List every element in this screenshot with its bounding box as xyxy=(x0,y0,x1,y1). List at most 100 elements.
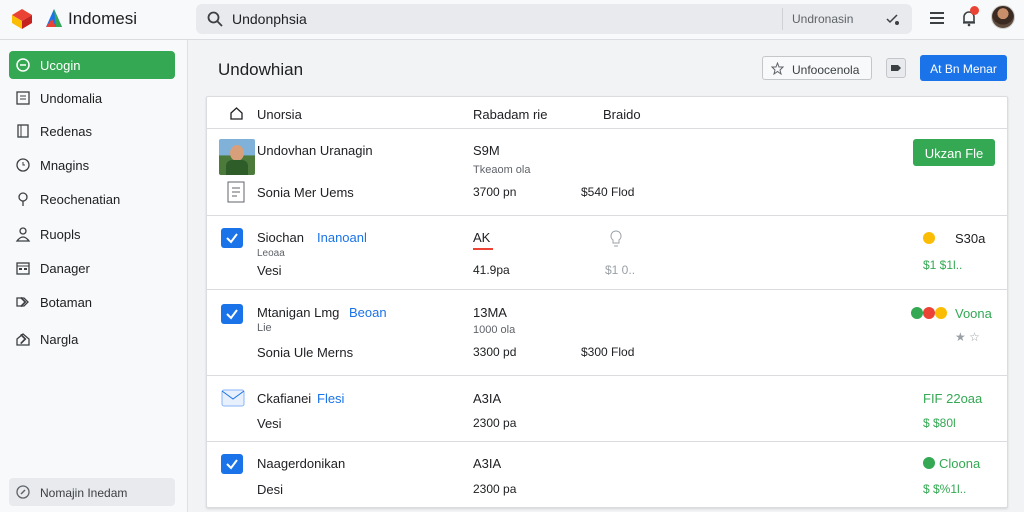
sidebar-footer-button[interactable]: Nomajin Inedam xyxy=(9,478,175,506)
circle-check-icon xyxy=(16,58,30,72)
row-status-sub: $ $%1l.. xyxy=(923,482,967,496)
sidebar-item-label: Nargla xyxy=(40,332,79,347)
row-title: Mtanigan Lmg xyxy=(257,305,340,320)
search-scope[interactable]: Undronasin xyxy=(792,12,853,26)
search-icon xyxy=(207,11,223,27)
sidebar-item-undomalia[interactable]: Undomalia xyxy=(9,84,175,112)
sidebar-item-label: Redenas xyxy=(40,124,93,139)
favorite-button[interactable]: Unfoocenola xyxy=(762,56,872,80)
row-status: FIF 22oaa xyxy=(923,391,983,406)
table-row[interactable]: Undovhan Uranagin Sonia Mer Uems S9M Tke… xyxy=(207,129,1007,216)
row-amount: A3IA xyxy=(473,391,502,406)
row-amount-note: 1000 ola xyxy=(473,324,516,336)
person-icon xyxy=(15,227,31,242)
sidebar-item-redenas[interactable]: Redenas xyxy=(9,117,175,145)
star-icon xyxy=(771,62,784,75)
home-icon xyxy=(230,107,243,120)
row-checkbox[interactable] xyxy=(221,454,243,474)
row-amount-note: Tkeaom ola xyxy=(473,164,531,176)
search-bar[interactable]: Undonphsia Undronasin xyxy=(196,4,912,34)
row-status-sub: $1 $1l.. xyxy=(923,258,963,272)
menu-icon[interactable] xyxy=(928,9,946,27)
sidebar-item-reochenatian[interactable]: Reochenatian xyxy=(9,185,175,213)
error-status-icon xyxy=(923,307,935,319)
upload-file-button[interactable]: Ukzan Fle xyxy=(913,139,995,166)
row-status-sub: ★ ☆ xyxy=(955,330,980,344)
check-icon xyxy=(226,233,238,244)
app-title: Indomesi xyxy=(68,9,137,28)
sidebar-item-danager[interactable]: Danager xyxy=(9,254,175,282)
primary-action-label: At Bn Menar xyxy=(930,62,997,76)
sidebar-item-mnagins[interactable]: Mnagins xyxy=(9,151,175,179)
document-icon xyxy=(227,181,245,203)
sidebar: Ucogin Undomalia Redenas Mnagins Reochen… xyxy=(0,40,188,512)
row-amount: A3IA xyxy=(473,456,502,471)
column-header[interactable]: Rabadam rie xyxy=(473,107,547,122)
pin-icon xyxy=(18,192,28,206)
clock-icon xyxy=(16,158,30,172)
row-status: Voona xyxy=(955,306,992,321)
avatar[interactable] xyxy=(991,5,1015,29)
warning-status-icon xyxy=(935,307,947,319)
clear-icon[interactable] xyxy=(884,11,900,27)
sidebar-item-label: Ruopls xyxy=(40,227,81,242)
row-sub-label: Sonia Mer Uems xyxy=(257,185,354,200)
row-price: $1 0.. xyxy=(605,263,636,277)
favorite-button-label: Unfoocenola xyxy=(792,63,860,77)
row-title: Naagerdonikan xyxy=(257,456,346,471)
data-table: Unorsia Rabadam rie Braido Undovhan Uran… xyxy=(206,96,1008,508)
bookmark-icon xyxy=(17,124,29,138)
user-thumbnail xyxy=(219,139,255,175)
compass-icon xyxy=(16,485,30,499)
row-time: 2300 pa xyxy=(473,482,517,496)
table-row[interactable]: Siochan Inanoanl Leoaa Vesi AK 41.9pa $1… xyxy=(207,216,1007,290)
row-time: 41.9pa xyxy=(473,263,510,277)
success-status-icon xyxy=(911,307,923,319)
row-sub-label: Sonia Ule Merns xyxy=(257,345,354,360)
email-icon xyxy=(221,389,245,407)
label-icon xyxy=(891,65,901,71)
row-title: Undovhan Uranagin xyxy=(257,143,373,158)
sidebar-footer-label: Nomajin Inedam xyxy=(40,486,128,500)
primary-action-button[interactable]: At Bn Menar xyxy=(920,55,1007,81)
success-status-icon xyxy=(923,457,935,469)
row-time: 3700 pn xyxy=(473,185,517,199)
tag-button[interactable] xyxy=(886,58,906,78)
column-header[interactable]: Unorsia xyxy=(257,107,302,122)
sidebar-item-ruopls[interactable]: Ruopls xyxy=(9,220,175,248)
row-checkbox[interactable] xyxy=(221,304,243,324)
sidebar-item-label: Ucogin xyxy=(40,58,81,73)
upload-file-label: Ukzan Fle xyxy=(924,146,984,161)
sidebar-item-ucogin[interactable]: Ucogin xyxy=(9,51,175,79)
check-icon xyxy=(226,459,238,470)
notification-badge xyxy=(970,6,979,15)
row-title: Siochan xyxy=(257,230,304,245)
app-logo-icon xyxy=(12,9,32,29)
row-title: Ckafianei xyxy=(257,391,312,406)
search-divider xyxy=(782,8,783,30)
row-title-link[interactable]: Inanoanl xyxy=(317,230,367,245)
row-checkbox[interactable] xyxy=(221,228,243,248)
table-row[interactable]: Ckafianei Flesi Vesi A3IA 2300 pa FIF 22… xyxy=(207,376,1007,442)
top-bar: Indomesi Undonphsia Undronasin xyxy=(0,0,1024,40)
sidebar-item-label: Botaman xyxy=(40,295,93,310)
row-sub-label: Vesi xyxy=(257,416,282,431)
row-title-link[interactable]: Flesi xyxy=(317,391,344,406)
row-time: 2300 pa xyxy=(473,416,517,430)
row-title-link[interactable]: Beoan xyxy=(349,305,387,320)
list-icon xyxy=(16,91,30,105)
row-sub-label: Vesi xyxy=(257,263,282,278)
chevron-right-icon xyxy=(20,296,27,308)
table-row[interactable]: Mtanigan Lmg Beoan Lie Sonia Ule Merns 1… xyxy=(207,290,1007,376)
warning-status-icon xyxy=(923,232,935,244)
chevron-right-icon xyxy=(20,333,27,345)
sidebar-item-nargla[interactable]: Nargla xyxy=(9,325,175,353)
search-input[interactable]: Undonphsia xyxy=(232,11,307,27)
sidebar-item-label: Danager xyxy=(40,261,90,276)
lightbulb-icon xyxy=(610,230,622,247)
sidebar-item-botaman[interactable]: Botaman xyxy=(9,288,175,316)
amount-alert-underline xyxy=(473,248,493,250)
table-row[interactable]: Naagerdonikan Desi A3IA 2300 pa Cloona $… xyxy=(207,442,1007,507)
row-amount: AK xyxy=(473,230,491,245)
column-header[interactable]: Braido xyxy=(603,107,641,122)
